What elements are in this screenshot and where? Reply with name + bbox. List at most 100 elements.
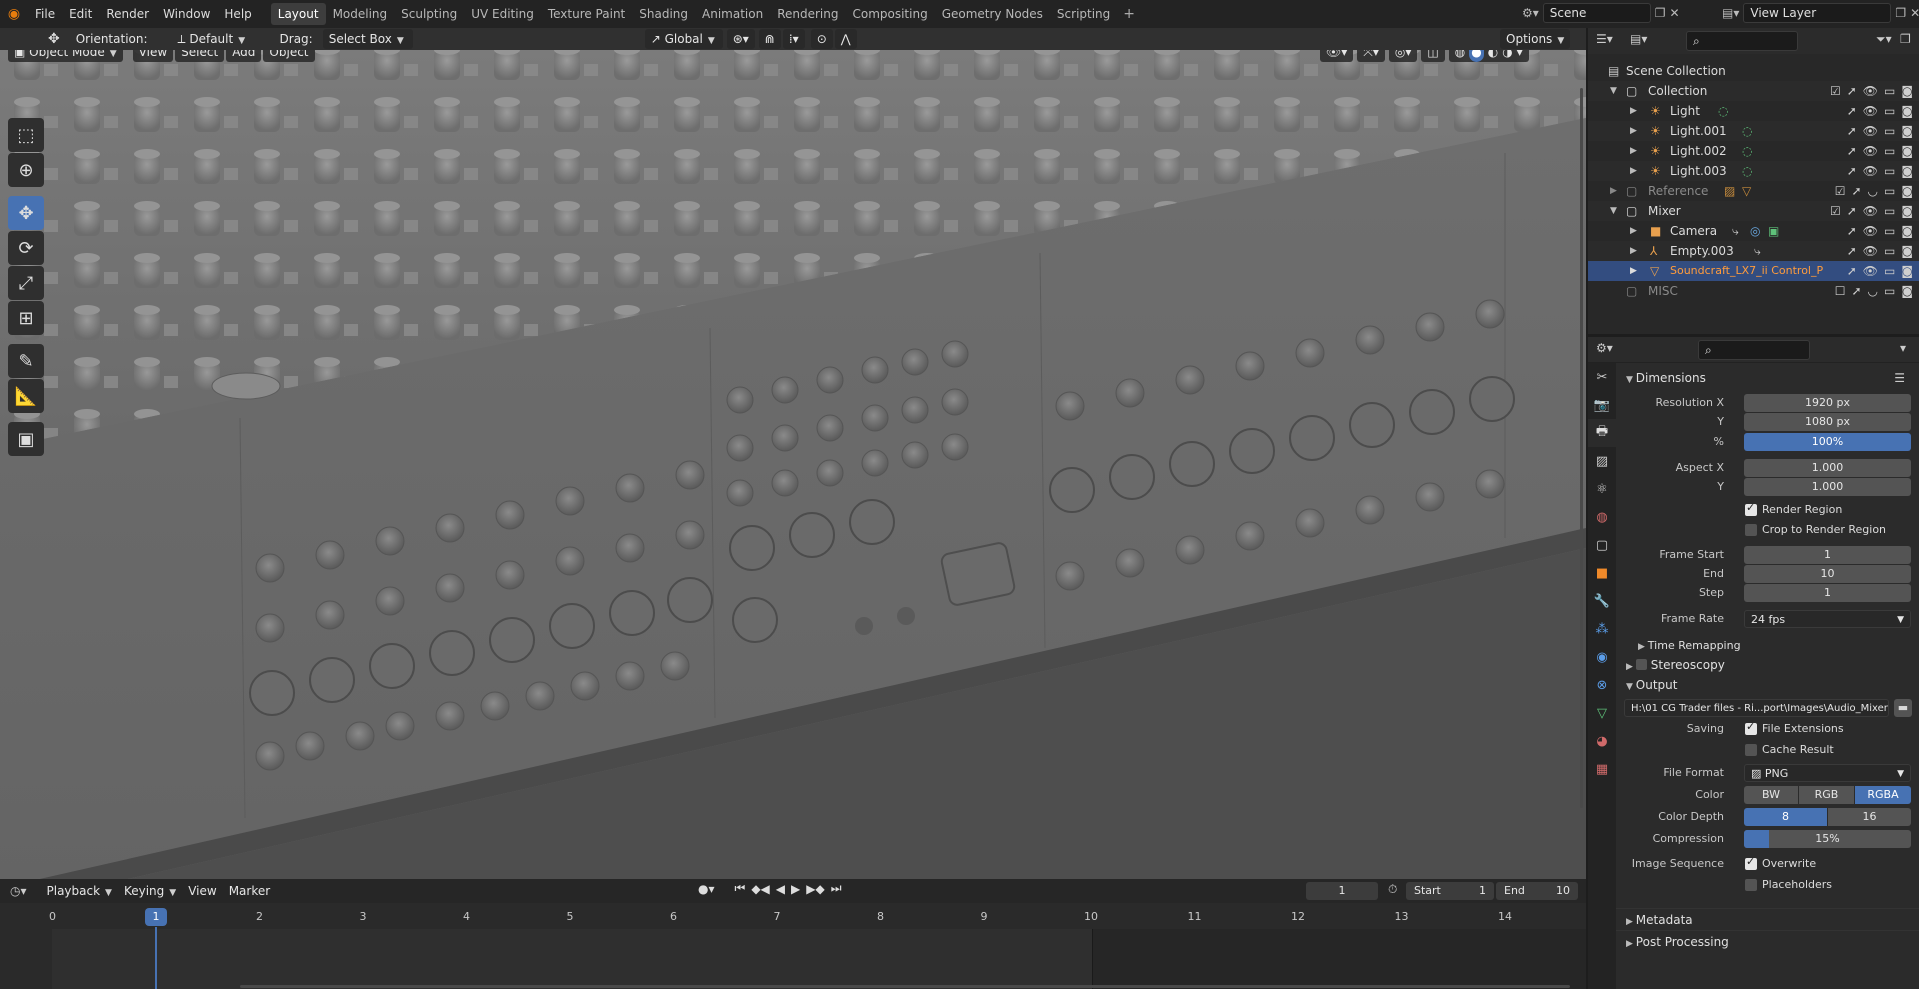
drag-dropdown[interactable]: Select Box ▼ <box>322 29 413 49</box>
outliner-row-misc[interactable]: ▢ MISC ☐ ➚ ◡ ▭ ◙ <box>1588 281 1919 301</box>
menu-render[interactable]: Render <box>99 3 156 25</box>
playhead-marker[interactable]: 1 <box>145 908 167 926</box>
eye-closed-icon[interactable]: ◡ <box>1868 181 1878 201</box>
annotate-icon[interactable]: ✎ <box>8 344 44 378</box>
cache-result-checkbox[interactable] <box>1745 744 1757 756</box>
select-box-icon[interactable]: ⬚ <box>8 118 44 152</box>
monitor-icon[interactable]: ▭ <box>1884 81 1895 101</box>
jump-keyframe-forward-icon[interactable]: ▶◆ <box>806 882 824 896</box>
outliner-row-scene-collection[interactable]: ▤ Scene Collection <box>1588 61 1919 81</box>
outliner-row-empty-003[interactable]: ▶ ⅄ Empty.003 ⤷ ➚ 👁 ▭ ◙ <box>1588 241 1919 261</box>
color-bw-button[interactable]: BW <box>1744 786 1798 804</box>
post-processing-panel-header[interactable]: ▶ Post Processing <box>1616 930 1919 952</box>
eye-closed-icon[interactable]: ◡ <box>1868 281 1878 301</box>
display-mode-icon[interactable]: ▤▾ <box>1630 32 1647 46</box>
eye-icon[interactable]: 👁 <box>1863 121 1878 141</box>
outliner-search-input[interactable]: ⌕ <box>1686 31 1798 51</box>
select-arrow-icon[interactable]: ➚ <box>1847 141 1857 161</box>
camera-render-icon[interactable]: ◙ <box>1901 141 1913 161</box>
camera-render-icon[interactable]: ◙ <box>1901 181 1913 201</box>
select-arrow-icon[interactable]: ➚ <box>1851 181 1861 201</box>
monitor-icon[interactable]: ▭ <box>1884 101 1895 121</box>
expand-icon[interactable]: ▶ <box>1630 241 1637 261</box>
resolution-x-field[interactable]: 1920 px <box>1744 394 1911 412</box>
select-arrow-icon[interactable]: ➚ <box>1847 101 1857 121</box>
record-icon[interactable]: ●▾ <box>698 882 715 896</box>
render-region-checkbox[interactable] <box>1745 501 1757 516</box>
tab-animation[interactable]: Animation <box>695 3 770 25</box>
eye-icon[interactable]: 👁 <box>1863 201 1878 221</box>
snapping-toggle[interactable]: ⋒ <box>758 29 781 49</box>
monitor-icon[interactable]: ▭ <box>1884 181 1895 201</box>
tab-scripting[interactable]: Scripting <box>1050 3 1117 25</box>
play-icon[interactable]: ▶ <box>791 882 800 896</box>
menu-edit[interactable]: Edit <box>62 3 99 25</box>
checkbox-empty-icon[interactable]: ☐ <box>1835 281 1846 301</box>
collection-tab-icon[interactable]: ▢ <box>1588 531 1616 559</box>
resolution-percent-slider[interactable]: 100% <box>1744 433 1911 451</box>
keying-menu[interactable]: Keying ▼ <box>118 881 182 901</box>
overwrite-checkbox[interactable] <box>1745 855 1757 870</box>
new-view-layer-icon[interactable]: ❐ <box>1895 6 1906 20</box>
folder-icon[interactable]: ▬ <box>1894 699 1912 717</box>
file-format-dropdown[interactable]: ▨ PNG ▼ <box>1744 764 1911 782</box>
camera-render-icon[interactable]: ◙ <box>1901 201 1913 221</box>
editor-type-icon[interactable]: ⚙▾ <box>1596 341 1613 355</box>
tool-tab-icon[interactable]: ✂ <box>1588 363 1616 391</box>
camera-render-icon[interactable]: ◙ <box>1901 261 1913 281</box>
jump-keyframe-back-icon[interactable]: ◆◀ <box>751 882 769 896</box>
remove-view-layer-icon[interactable]: ✕ <box>1910 6 1919 20</box>
playback-menu[interactable]: Playback ▼ <box>41 881 118 901</box>
select-arrow-icon[interactable]: ➚ <box>1847 201 1857 221</box>
color-rgba-button[interactable]: RGBA <box>1855 786 1911 804</box>
add-workspace-button[interactable]: + <box>1117 6 1141 22</box>
camera-render-icon[interactable]: ◙ <box>1901 121 1913 141</box>
select-arrow-icon[interactable]: ➚ <box>1847 241 1857 261</box>
aspect-y-field[interactable]: 1.000 <box>1744 478 1911 496</box>
monitor-icon[interactable]: ▭ <box>1884 241 1895 261</box>
output-path-input[interactable]: H:\01 CG Trader files - Ri...port\Images… <box>1624 699 1889 717</box>
options-dropdown[interactable]: Options ▼ <box>1500 29 1571 49</box>
playhead-line[interactable] <box>155 927 157 989</box>
frame-step-field[interactable]: 1 <box>1744 584 1911 602</box>
orientation-dropdown[interactable]: ⟂ Default ▼ <box>172 29 270 49</box>
new-scene-icon[interactable]: ❐ <box>1655 6 1666 20</box>
view-layer-name-field[interactable]: View Layer <box>1743 3 1892 23</box>
world-tab-icon[interactable]: ◍ <box>1588 503 1616 531</box>
camera-render-icon[interactable]: ◙ <box>1901 221 1913 241</box>
monitor-icon[interactable]: ▭ <box>1884 141 1895 161</box>
select-arrow-icon[interactable]: ➚ <box>1847 261 1857 281</box>
editor-type-icon[interactable]: ◷▾ <box>10 884 27 898</box>
tab-compositing[interactable]: Compositing <box>845 3 934 25</box>
viewport-scrollbar[interactable] <box>1580 88 1583 808</box>
dimensions-panel-header[interactable]: ▼ Dimensions ☰ <box>1616 367 1919 389</box>
scale-icon[interactable]: ⤢ <box>8 266 44 300</box>
camera-render-icon[interactable]: ◙ <box>1901 81 1913 101</box>
crop-region-checkbox[interactable] <box>1745 524 1757 536</box>
eye-icon[interactable]: 👁 <box>1863 81 1878 101</box>
outliner-row-light-001[interactable]: ▶ ☀ Light.001 ◌ ➚ 👁 ▭ ◙ <box>1588 121 1919 141</box>
end-frame-field[interactable]: End 10 <box>1496 882 1578 900</box>
collapse-icon[interactable]: ▼ <box>1610 201 1617 221</box>
particles-tab-icon[interactable]: ⁂ <box>1588 615 1616 643</box>
blender-logo-icon[interactable]: ◉ <box>0 6 28 22</box>
snapping-dropdown[interactable]: ⁞▾ <box>782 29 805 49</box>
expand-icon[interactable]: ▶ <box>1630 121 1637 141</box>
monitor-icon[interactable]: ▭ <box>1884 161 1895 181</box>
timeline-view-menu[interactable]: View <box>182 881 222 901</box>
outliner-row-collection[interactable]: ▼ ▢ Collection ☑ ➚ 👁 ▭ ◙ <box>1588 81 1919 101</box>
outliner-row-light-003[interactable]: ▶ ☀ Light.003 ◌ ➚ 👁 ▭ ◙ <box>1588 161 1919 181</box>
eye-icon[interactable]: 👁 <box>1863 161 1878 181</box>
view-layer-icon[interactable]: ▤▾ <box>1722 6 1739 20</box>
jump-start-icon[interactable]: ⏮ <box>735 881 746 896</box>
menu-window[interactable]: Window <box>156 3 217 25</box>
timeline-ruler[interactable]: 0 2 3 4 5 6 7 8 9 10 11 12 13 14 <box>0 907 1586 927</box>
compression-slider[interactable]: 15% <box>1744 830 1911 848</box>
transform-icon[interactable]: ⊞ <box>8 301 44 335</box>
eye-icon[interactable]: 👁 <box>1863 141 1878 161</box>
camera-render-icon[interactable]: ◙ <box>1901 101 1913 121</box>
constraint-icon[interactable]: ⤷ <box>1732 221 1739 241</box>
marker-menu[interactable]: Marker <box>223 881 276 901</box>
tab-rendering[interactable]: Rendering <box>770 3 845 25</box>
current-frame-field[interactable]: 1 <box>1306 882 1378 900</box>
